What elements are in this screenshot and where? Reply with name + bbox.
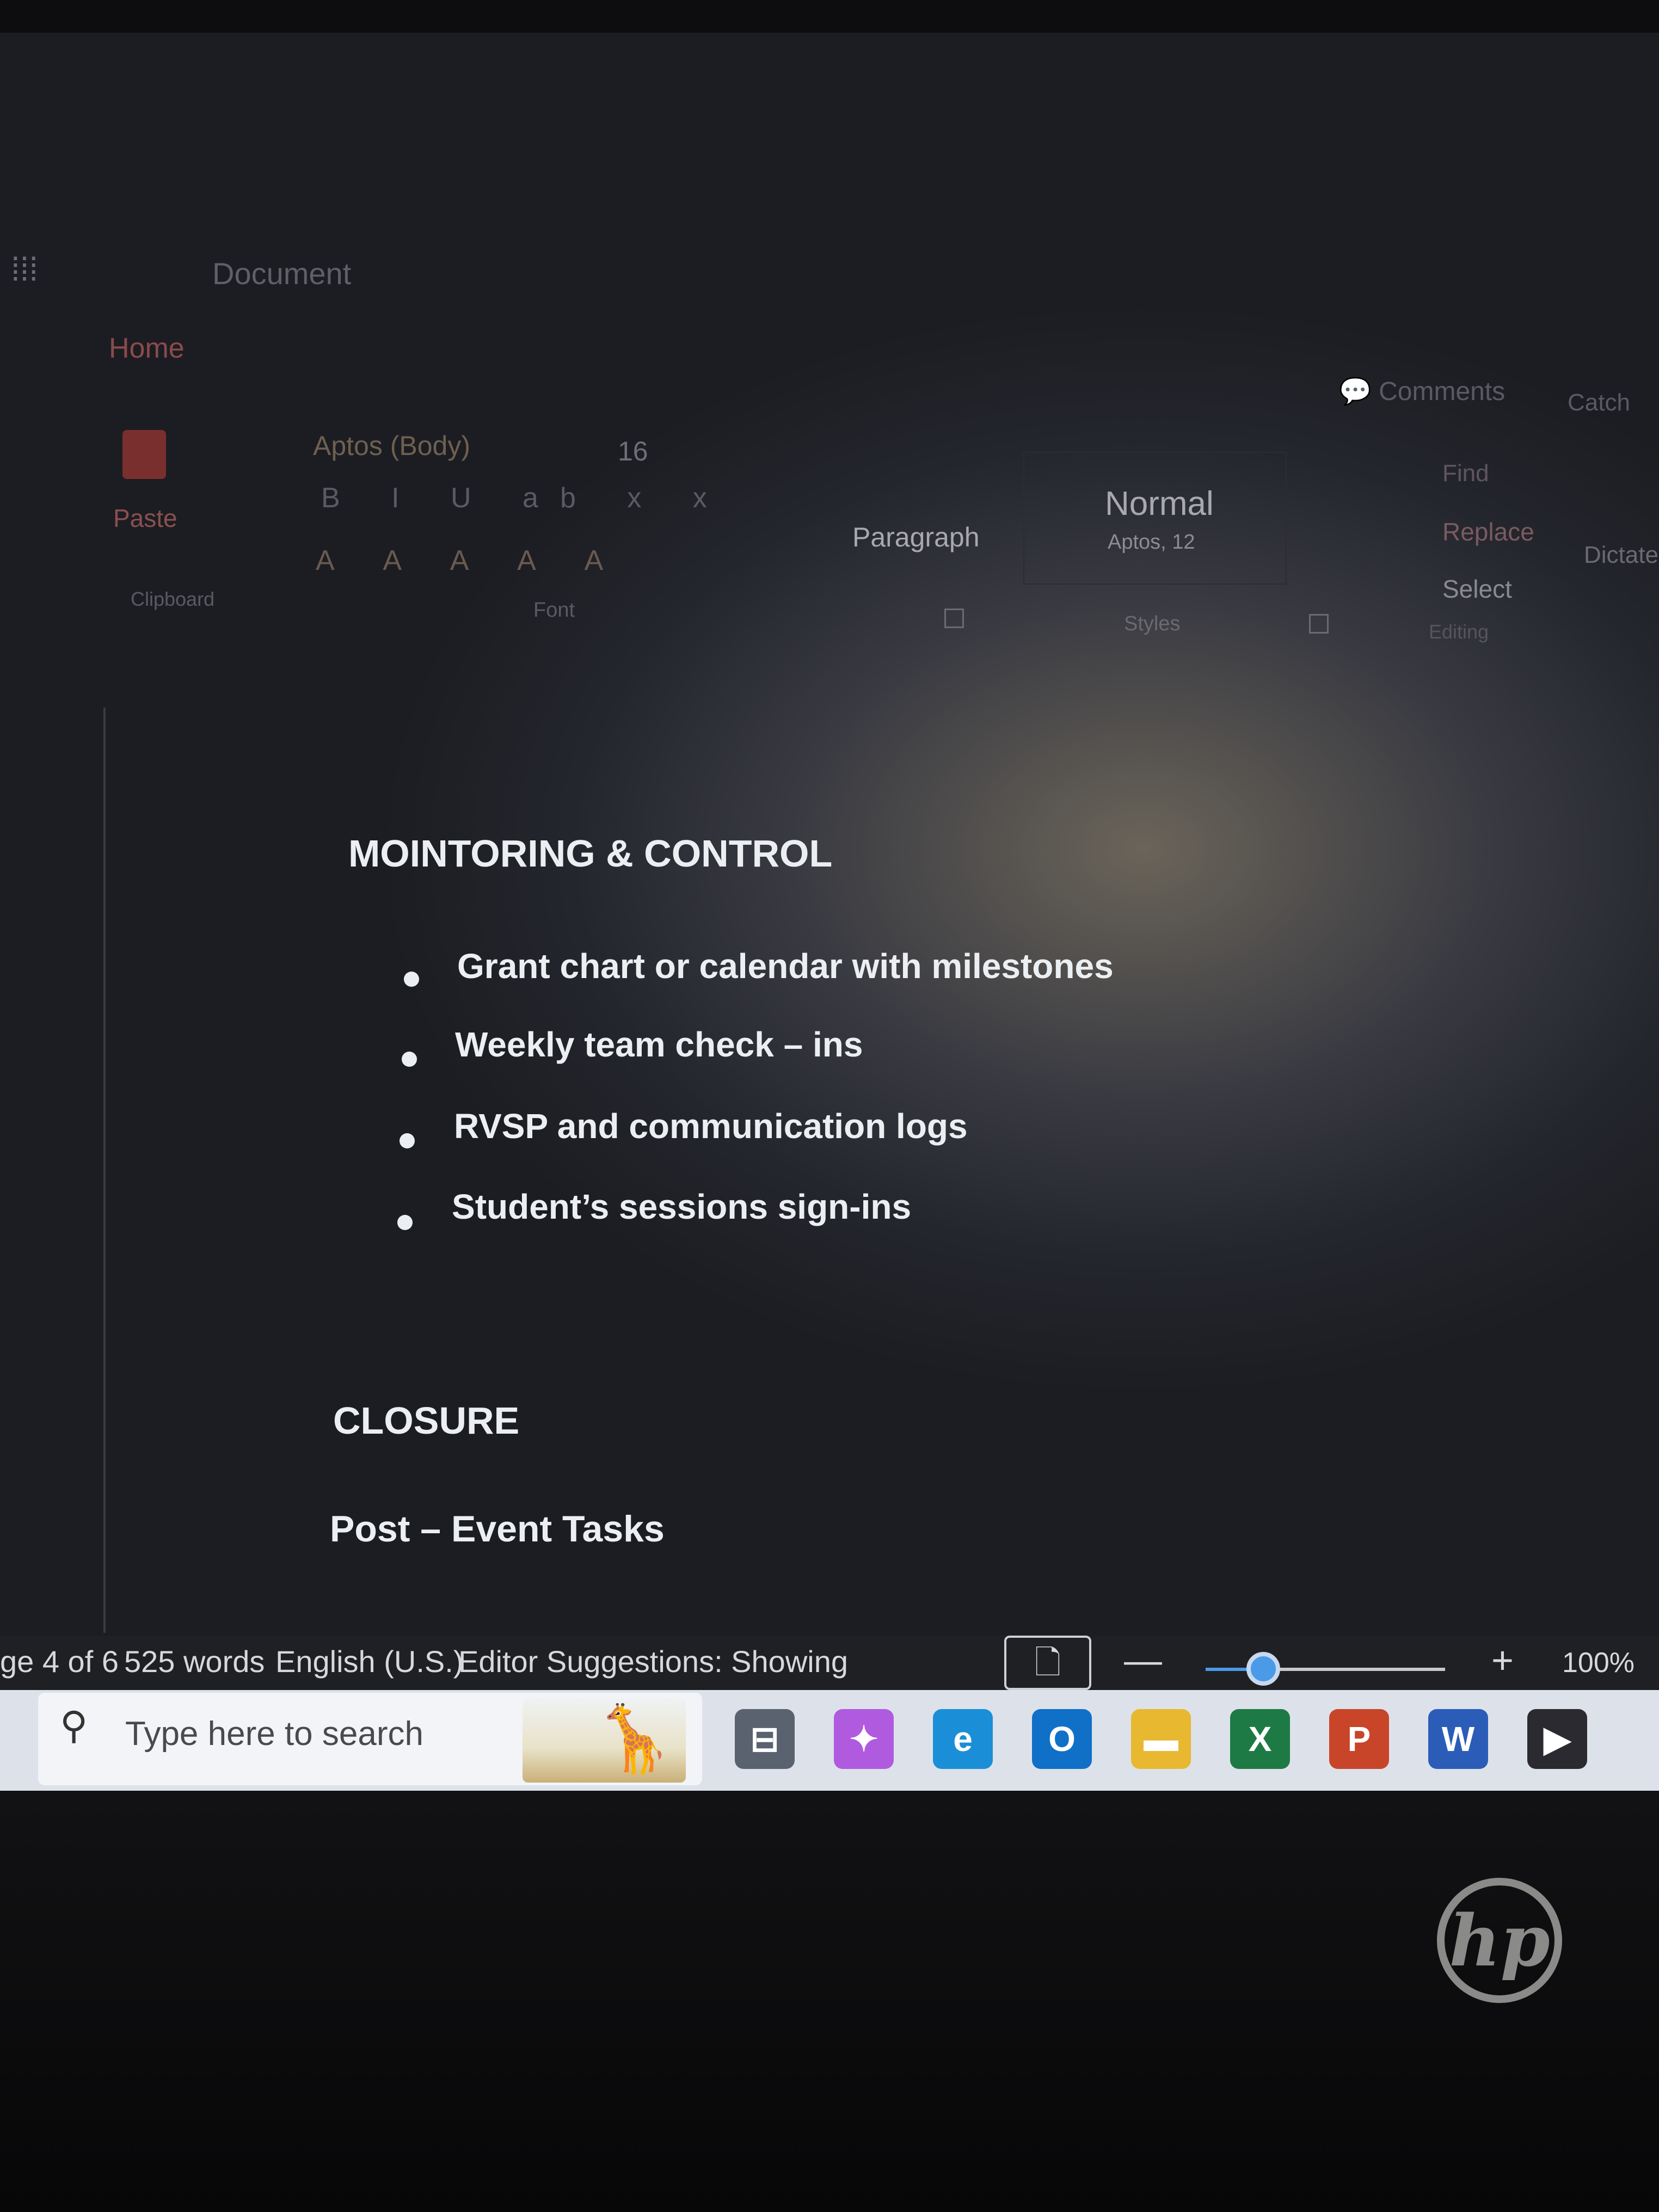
hp-logo: hp	[1437, 1878, 1562, 2003]
dictate-button[interactable]: Dictate	[1584, 542, 1658, 569]
title-bar: ⁞⁞⁞ Document	[0, 229, 1659, 316]
edge-icon[interactable]: e	[933, 1709, 993, 1769]
read-mode-button[interactable]: 🗋	[1004, 1636, 1091, 1690]
bullet-dot	[397, 1215, 413, 1230]
page-count[interactable]: ge 4 of 6	[0, 1644, 119, 1679]
excel-icon[interactable]: X	[1230, 1709, 1290, 1769]
bullet-dot	[404, 972, 419, 987]
editing-group-label: Editing	[1429, 620, 1489, 643]
font-color-buttons-row[interactable]: A A A A A	[316, 544, 625, 577]
search-icon: ⚲	[60, 1704, 88, 1747]
styles-group-label: Styles	[1124, 612, 1181, 635]
bullet-dot	[400, 1133, 415, 1148]
zoom-out-button[interactable]: —	[1124, 1638, 1162, 1682]
bullet-item: Student’s sessions sign-ins	[452, 1187, 912, 1226]
outlook-icon[interactable]: O	[1032, 1709, 1092, 1769]
app-launcher-icon[interactable]: ⁞⁞⁞	[11, 250, 49, 288]
subheading-post-event-tasks: Post – Event Tasks	[330, 1508, 665, 1550]
file-explorer-icon[interactable]: ▬	[1131, 1709, 1191, 1769]
catch-up-button[interactable]: Catch	[1568, 389, 1630, 416]
bullet-item: RVSP and communication logs	[454, 1107, 968, 1146]
paragraph-button[interactable]: Paragraph	[852, 521, 980, 553]
giraffe-icon: 🦒	[593, 1703, 675, 1775]
search-placeholder[interactable]: Type here to search	[125, 1715, 423, 1753]
heading-closure: CLOSURE	[333, 1399, 520, 1442]
comments-button[interactable]: 💬 Comments	[1339, 376, 1505, 407]
style-normal[interactable]: Normal	[1105, 484, 1214, 523]
bullet-dot	[402, 1052, 417, 1067]
paste-button[interactable]: Paste	[113, 503, 177, 533]
bullet-item: Grant chart or calendar with milestones	[457, 947, 1114, 986]
format-buttons-row[interactable]: B I U ab x x	[321, 482, 729, 514]
paste-icon[interactable]	[122, 430, 166, 479]
bullet-item: Weekly team check – ins	[455, 1025, 863, 1064]
monitor-bezel-bottom	[0, 1791, 1659, 2212]
editor-suggestions[interactable]: Editor Suggestions: Showing	[458, 1644, 848, 1679]
styles-launcher-icon[interactable]	[1309, 614, 1329, 634]
style-normal-detail: Aptos, 12	[1108, 531, 1195, 554]
page-icon: 🗋	[1034, 1644, 1061, 1681]
comments-label: Comments	[1379, 377, 1506, 406]
paragraph-launcher-icon[interactable]	[944, 609, 964, 628]
copilot-icon[interactable]: ✦	[834, 1709, 894, 1769]
word-icon[interactable]: W	[1428, 1709, 1488, 1769]
document-title: Document	[212, 256, 352, 291]
select-button[interactable]: Select	[1442, 574, 1512, 604]
powerpoint-icon[interactable]: P	[1329, 1709, 1389, 1769]
clipboard-group-label: Clipboard	[131, 588, 215, 610]
zoom-level[interactable]: 100%	[1562, 1646, 1635, 1679]
zoom-slider-thumb[interactable]	[1246, 1652, 1280, 1686]
font-name-select[interactable]: Aptos (Body)	[313, 430, 470, 462]
tab-home[interactable]: Home	[109, 332, 185, 365]
zoom-in-button[interactable]: +	[1491, 1638, 1514, 1682]
media-player-icon[interactable]: ▶	[1527, 1709, 1587, 1769]
document-page[interactable]	[103, 708, 1659, 1633]
replace-button[interactable]: Replace	[1442, 517, 1534, 546]
font-group-label: Font	[533, 599, 575, 622]
find-button[interactable]: Find	[1442, 460, 1489, 487]
font-size-select[interactable]: 16	[618, 435, 648, 467]
comment-icon: 💬	[1339, 377, 1372, 406]
heading-monitoring-control: MOINTORING & CONTROL	[348, 832, 833, 875]
task-view-icon[interactable]: ⊟	[735, 1709, 795, 1769]
word-count[interactable]: 525 words	[124, 1644, 265, 1679]
language-indicator[interactable]: English (U.S.)	[275, 1644, 463, 1679]
